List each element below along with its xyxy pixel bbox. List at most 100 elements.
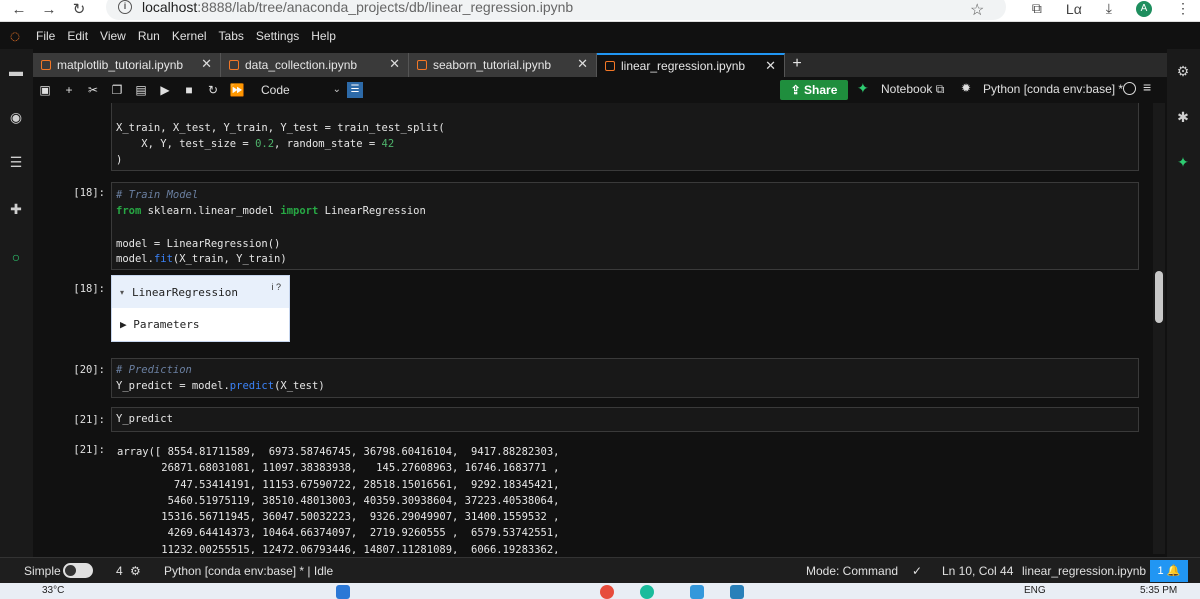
estimator-widget[interactable]: ▾ LinearRegression i ? ▶ Parameters bbox=[111, 275, 290, 342]
code-cell[interactable]: # Train Model from sklearn.linear_model … bbox=[111, 182, 1139, 270]
close-icon[interactable]: ✕ bbox=[765, 58, 776, 74]
share-button[interactable]: ⇪ Share bbox=[780, 80, 848, 100]
output-area: array([ 8554.81711589, 6973.58746745, 36… bbox=[117, 444, 560, 554]
property-inspector-icon[interactable]: ⚙ bbox=[1175, 63, 1191, 79]
close-icon[interactable]: ✕ bbox=[201, 56, 212, 72]
clock-time[interactable]: 5:35 PM bbox=[1140, 585, 1177, 596]
output-line: 5460.51975119, 38510.48013003, 40359.309… bbox=[117, 494, 560, 507]
tab-seaborn[interactable]: seaborn_tutorial.ipynb ✕ bbox=[409, 53, 597, 77]
right-sidebar: ⚙ ✱ ✦ bbox=[1167, 49, 1200, 557]
notebook-icon bbox=[41, 60, 51, 70]
bookmark-star-icon[interactable]: ☆ bbox=[970, 0, 984, 20]
download-icon[interactable]: ⤓ bbox=[1106, 0, 1112, 17]
notebook-label: Notebook bbox=[881, 82, 933, 96]
ai-assistant-icon[interactable]: ✦ bbox=[1175, 154, 1191, 170]
menu-view[interactable]: View bbox=[94, 29, 132, 43]
toggle-knob bbox=[65, 565, 76, 576]
code-line: model = LinearRegression() bbox=[116, 238, 281, 250]
back-icon[interactable]: ← bbox=[8, 1, 30, 20]
parameters-toggle[interactable]: ▶ Parameters bbox=[120, 318, 199, 331]
terminal-count[interactable]: 4 bbox=[116, 564, 123, 578]
notification-bell[interactable]: 1 🔔 bbox=[1150, 560, 1188, 582]
menu-kernel[interactable]: Kernel bbox=[166, 29, 213, 43]
tab-matplotlib[interactable]: matplotlib_tutorial.ipynb ✕ bbox=[33, 53, 221, 77]
run-all-icon[interactable]: ⏩ bbox=[225, 79, 249, 101]
site-info-icon[interactable]: i bbox=[118, 0, 132, 14]
share-label: Share bbox=[804, 83, 838, 97]
menu-edit[interactable]: Edit bbox=[61, 29, 94, 43]
close-icon[interactable]: ✕ bbox=[577, 56, 588, 72]
notebook-icon bbox=[229, 60, 239, 70]
reload-icon[interactable]: ↻ bbox=[68, 1, 90, 20]
insert-cell-icon[interactable]: + bbox=[57, 79, 81, 101]
translate-icon[interactable]: Lα bbox=[1066, 1, 1082, 17]
kernel-status-text[interactable]: Python [conda env:base] * | Idle bbox=[164, 564, 333, 578]
toc-icon[interactable]: ☰ bbox=[8, 154, 24, 170]
forward-icon[interactable]: → bbox=[38, 1, 60, 20]
jupyter-logo-icon: ◌ bbox=[9, 25, 21, 46]
edge-icon[interactable] bbox=[640, 585, 654, 599]
kernel-name[interactable]: Python [conda env:base] * bbox=[983, 82, 1123, 96]
app-icon[interactable] bbox=[690, 585, 704, 599]
widget-help-icons[interactable]: i ? bbox=[271, 282, 281, 292]
restart-icon[interactable]: ↻ bbox=[201, 79, 225, 101]
url-text[interactable]: localhost:8888/lab/tree/anaconda_project… bbox=[142, 0, 573, 15]
left-sidebar: ▬ ◉ ☰ ✚ ○ bbox=[0, 49, 33, 557]
menu-file[interactable]: File bbox=[30, 29, 61, 43]
check-icon: ✓ bbox=[912, 564, 923, 578]
menu-help[interactable]: Help bbox=[305, 29, 342, 43]
tab-label: data_collection.ipynb bbox=[245, 58, 358, 72]
avatar[interactable]: A bbox=[1136, 0, 1152, 17]
weather-temperature[interactable]: 33°C bbox=[42, 585, 64, 596]
copy-icon[interactable]: ❐ bbox=[105, 79, 129, 101]
stop-icon[interactable]: ■ bbox=[177, 79, 201, 101]
kernel-gear-icon[interactable]: ⚙ bbox=[130, 564, 141, 578]
scrollbar[interactable] bbox=[1153, 103, 1165, 554]
code-cell[interactable]: # Prediction Y_predict = model.predict(X… bbox=[111, 358, 1139, 398]
running-icon[interactable]: ◉ bbox=[8, 109, 24, 125]
menu-tabs[interactable]: Tabs bbox=[213, 29, 250, 43]
ai-sparkle-icon[interactable]: ✦ bbox=[857, 80, 869, 97]
extensions-icon[interactable]: ⧉ bbox=[1032, 0, 1042, 17]
scrollbar-thumb[interactable] bbox=[1155, 271, 1163, 323]
tab-linear-regression[interactable]: linear_regression.ipynb ✕ bbox=[597, 53, 785, 77]
mail-icon[interactable] bbox=[730, 585, 744, 599]
menu-run[interactable]: Run bbox=[132, 29, 166, 43]
cell-settings-icon[interactable]: ☰ bbox=[347, 82, 363, 98]
tab-label: linear_regression.ipynb bbox=[621, 59, 746, 73]
hamburger-menu-icon[interactable]: ≡ bbox=[1143, 79, 1151, 95]
chrome-icon[interactable] bbox=[600, 585, 614, 599]
code-line: model.fit(X_train, Y_train) bbox=[116, 253, 287, 265]
code-cell[interactable]: X_train, X_test, Y_train, Y_test = train… bbox=[111, 103, 1139, 171]
git-icon[interactable]: ○ bbox=[8, 249, 24, 265]
windows-start-icon[interactable] bbox=[336, 585, 350, 599]
folder-icon[interactable]: ▬ bbox=[8, 63, 24, 79]
widget-header[interactable]: ▾ LinearRegression i ? bbox=[112, 276, 289, 308]
close-icon[interactable]: ✕ bbox=[389, 56, 400, 72]
status-bar: Simple 4 ⚙ Python [conda env:base] * | I… bbox=[0, 557, 1200, 583]
cell-type-select[interactable]: Code ⌄ bbox=[261, 80, 341, 100]
screen: ← → ↻ i localhost:8888/lab/tree/anaconda… bbox=[0, 0, 1200, 599]
tab-label: matplotlib_tutorial.ipynb bbox=[57, 58, 184, 72]
more-menu-icon[interactable]: ⋮ bbox=[1176, 0, 1190, 17]
debugger-icon[interactable]: ✱ bbox=[1175, 109, 1191, 125]
notebook-panel[interactable]: X_train, X_test, Y_train, Y_test = train… bbox=[33, 103, 1167, 554]
run-icon[interactable]: ▶ bbox=[153, 79, 177, 101]
extension-icon[interactable]: ✚ bbox=[8, 201, 24, 217]
save-icon[interactable]: ▣ bbox=[33, 79, 57, 101]
output-line: 747.53414191, 11153.67590722, 28518.1501… bbox=[117, 478, 560, 491]
cut-icon[interactable]: ✂ bbox=[81, 79, 105, 101]
kernel-status-icon bbox=[1123, 82, 1136, 95]
kernel-gear-icon[interactable]: ✹ bbox=[961, 81, 971, 95]
notebook-link[interactable]: Notebook ⧉ bbox=[881, 82, 944, 97]
simple-mode-toggle[interactable] bbox=[63, 563, 93, 578]
paste-icon[interactable]: ▤ bbox=[129, 79, 153, 101]
tab-data-collection[interactable]: data_collection.ipynb ✕ bbox=[221, 53, 409, 77]
code-line: X_train, X_test, Y_train, Y_test = train… bbox=[116, 122, 445, 134]
address-bar[interactable]: i localhost:8888/lab/tree/anaconda_proje… bbox=[106, 0, 1006, 20]
code-cell[interactable]: Y_predict bbox=[111, 407, 1139, 432]
menu-settings[interactable]: Settings bbox=[250, 29, 305, 43]
new-tab-button[interactable]: + bbox=[785, 53, 809, 77]
input-language[interactable]: ENG bbox=[1024, 585, 1046, 596]
cursor-position[interactable]: Ln 10, Col 44 bbox=[942, 564, 1013, 578]
